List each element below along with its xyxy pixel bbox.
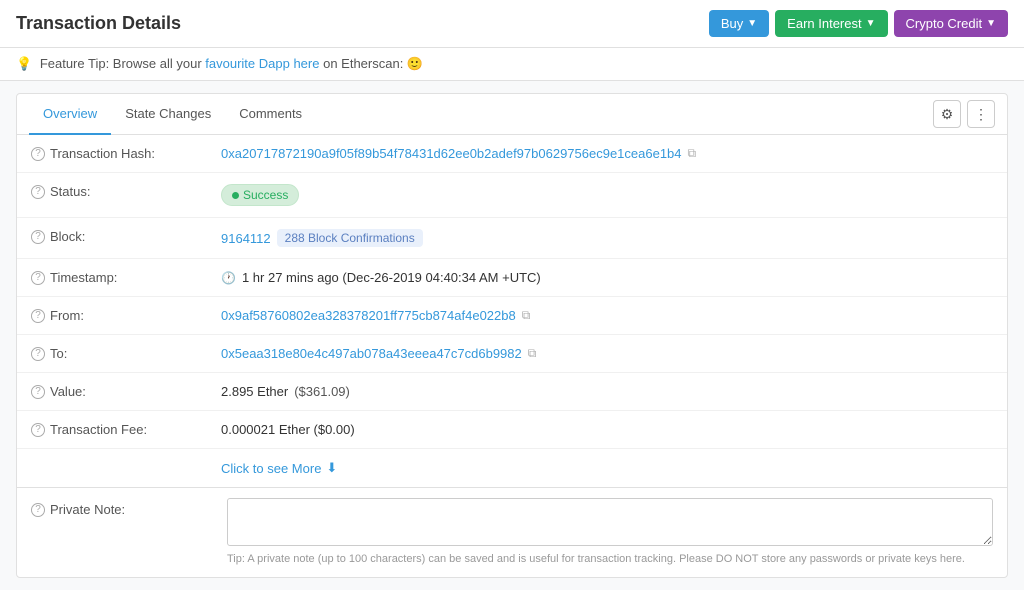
to-row: ? To: 0x5eaa318e80e4c497ab078a43eeea47c7… — [17, 335, 1007, 373]
timestamp-value: 🕐 1 hr 27 mins ago (Dec-26-2019 04:40:34… — [221, 270, 993, 285]
crypto-credit-button[interactable]: Crypto Credit ▼ — [894, 10, 1008, 37]
timestamp-help-icon[interactable]: ? — [31, 271, 45, 285]
tab-comments[interactable]: Comments — [225, 94, 316, 135]
value-row: ? Value: 2.895 Ether ($361.09) — [17, 373, 1007, 411]
status-help-icon[interactable]: ? — [31, 185, 45, 199]
transaction-fee-value: 0.000021 Ether ($0.00) — [221, 422, 993, 437]
transaction-fee-row: ? Transaction Fee: 0.000021 Ether ($0.00… — [17, 411, 1007, 449]
transaction-fee-label: ? Transaction Fee: — [31, 422, 221, 437]
buy-button[interactable]: Buy ▼ — [709, 10, 769, 37]
click-more-row: Click to see More ⬇ — [17, 449, 1007, 487]
dots-icon: ⋮ — [974, 106, 988, 123]
from-value: 0x9af58760802ea328378201ff775cb874af4e02… — [221, 308, 993, 323]
transaction-hash-value: 0xa20717872190a9f05f89b54f78431d62ee0b2a… — [221, 146, 993, 161]
from-row: ? From: 0x9af58760802ea328378201ff775cb8… — [17, 297, 1007, 335]
top-bar: Transaction Details Buy ▼ Earn Interest … — [0, 0, 1024, 48]
crypto-chevron-icon: ▼ — [986, 18, 996, 29]
private-note-row: ? Private Note: Tip: A private note (up … — [31, 498, 993, 573]
page-title: Transaction Details — [16, 13, 181, 34]
clock-icon: 🕐 — [221, 271, 236, 285]
earn-interest-button[interactable]: Earn Interest ▼ — [775, 10, 887, 37]
to-value: 0x5eaa318e80e4c497ab078a43eeea47c7cd6b99… — [221, 346, 993, 361]
value-value: 2.895 Ether ($361.09) — [221, 384, 993, 399]
transaction-hash-help-icon[interactable]: ? — [31, 147, 45, 161]
transaction-hash-link[interactable]: 0xa20717872190a9f05f89b54f78431d62ee0b2a… — [221, 146, 682, 161]
value-ether: 2.895 Ether — [221, 384, 288, 399]
value-help-icon[interactable]: ? — [31, 385, 45, 399]
value-usd: ($361.09) — [294, 384, 350, 399]
chevron-down-icon: ⬇ — [326, 460, 337, 476]
from-copy-icon[interactable]: ⧉ — [522, 308, 531, 323]
to-copy-icon[interactable]: ⧉ — [528, 346, 537, 361]
private-note-label: ? Private Note: — [31, 498, 221, 517]
private-note-help-icon[interactable]: ? — [31, 503, 45, 517]
dapp-link[interactable]: favourite Dapp here — [205, 56, 319, 71]
status-value: Success — [221, 184, 993, 206]
fee-help-icon[interactable]: ? — [31, 423, 45, 437]
block-label: ? Block: — [31, 229, 221, 244]
status-badge: Success — [221, 184, 299, 206]
detail-table: ? Transaction Hash: 0xa20717872190a9f05f… — [17, 135, 1007, 487]
earn-chevron-icon: ▼ — [866, 18, 876, 29]
private-note-input-wrap: Tip: A private note (up to 100 character… — [227, 498, 993, 573]
more-options-button[interactable]: ⋮ — [967, 100, 995, 128]
from-help-icon[interactable]: ? — [31, 309, 45, 323]
click-more-button[interactable]: Click to see More ⬇ — [221, 460, 337, 476]
transaction-hash-label: ? Transaction Hash: — [31, 146, 221, 161]
settings-icon-button[interactable]: ⚙ — [933, 100, 961, 128]
status-dot — [232, 192, 239, 199]
private-note-textarea[interactable] — [227, 498, 993, 546]
transaction-hash-copy-icon[interactable]: ⧉ — [688, 146, 697, 161]
from-address-link[interactable]: 0x9af58760802ea328378201ff775cb874af4e02… — [221, 308, 516, 323]
timestamp-label: ? Timestamp: — [31, 270, 221, 285]
block-help-icon[interactable]: ? — [31, 230, 45, 244]
transaction-hash-row: ? Transaction Hash: 0xa20717872190a9f05f… — [17, 135, 1007, 173]
top-buttons: Buy ▼ Earn Interest ▼ Crypto Credit ▼ — [709, 10, 1008, 37]
main-content: Overview State Changes Comments ⚙ ⋮ ? Tr… — [16, 93, 1008, 578]
block-row: ? Block: 9164112 288 Block Confirmations — [17, 218, 1007, 259]
click-more-value: Click to see More ⬇ — [221, 460, 993, 476]
block-value: 9164112 288 Block Confirmations — [221, 229, 993, 247]
to-help-icon[interactable]: ? — [31, 347, 45, 361]
block-confirmations-badge: 288 Block Confirmations — [277, 229, 423, 247]
timestamp-row: ? Timestamp: 🕐 1 hr 27 mins ago (Dec-26-… — [17, 259, 1007, 297]
private-note-section: ? Private Note: Tip: A private note (up … — [17, 487, 1007, 577]
lightbulb-icon: 💡 — [16, 56, 32, 71]
gear-icon: ⚙ — [941, 106, 954, 123]
private-note-tip: Tip: A private note (up to 100 character… — [227, 553, 993, 573]
tab-state-changes[interactable]: State Changes — [111, 94, 225, 135]
status-label: ? Status: — [31, 184, 221, 199]
to-label: ? To: — [31, 346, 221, 361]
tabs-bar: Overview State Changes Comments ⚙ ⋮ — [17, 94, 1007, 135]
status-row: ? Status: Success — [17, 173, 1007, 218]
buy-chevron-icon: ▼ — [747, 18, 757, 29]
tab-action-icons: ⚙ ⋮ — [933, 100, 995, 128]
block-number-link[interactable]: 9164112 — [221, 231, 271, 246]
value-label: ? Value: — [31, 384, 221, 399]
tab-overview[interactable]: Overview — [29, 94, 111, 135]
to-address-link[interactable]: 0x5eaa318e80e4c497ab078a43eeea47c7cd6b99… — [221, 346, 522, 361]
from-label: ? From: — [31, 308, 221, 323]
feature-tip: 💡 Feature Tip: Browse all your favourite… — [0, 48, 1024, 81]
